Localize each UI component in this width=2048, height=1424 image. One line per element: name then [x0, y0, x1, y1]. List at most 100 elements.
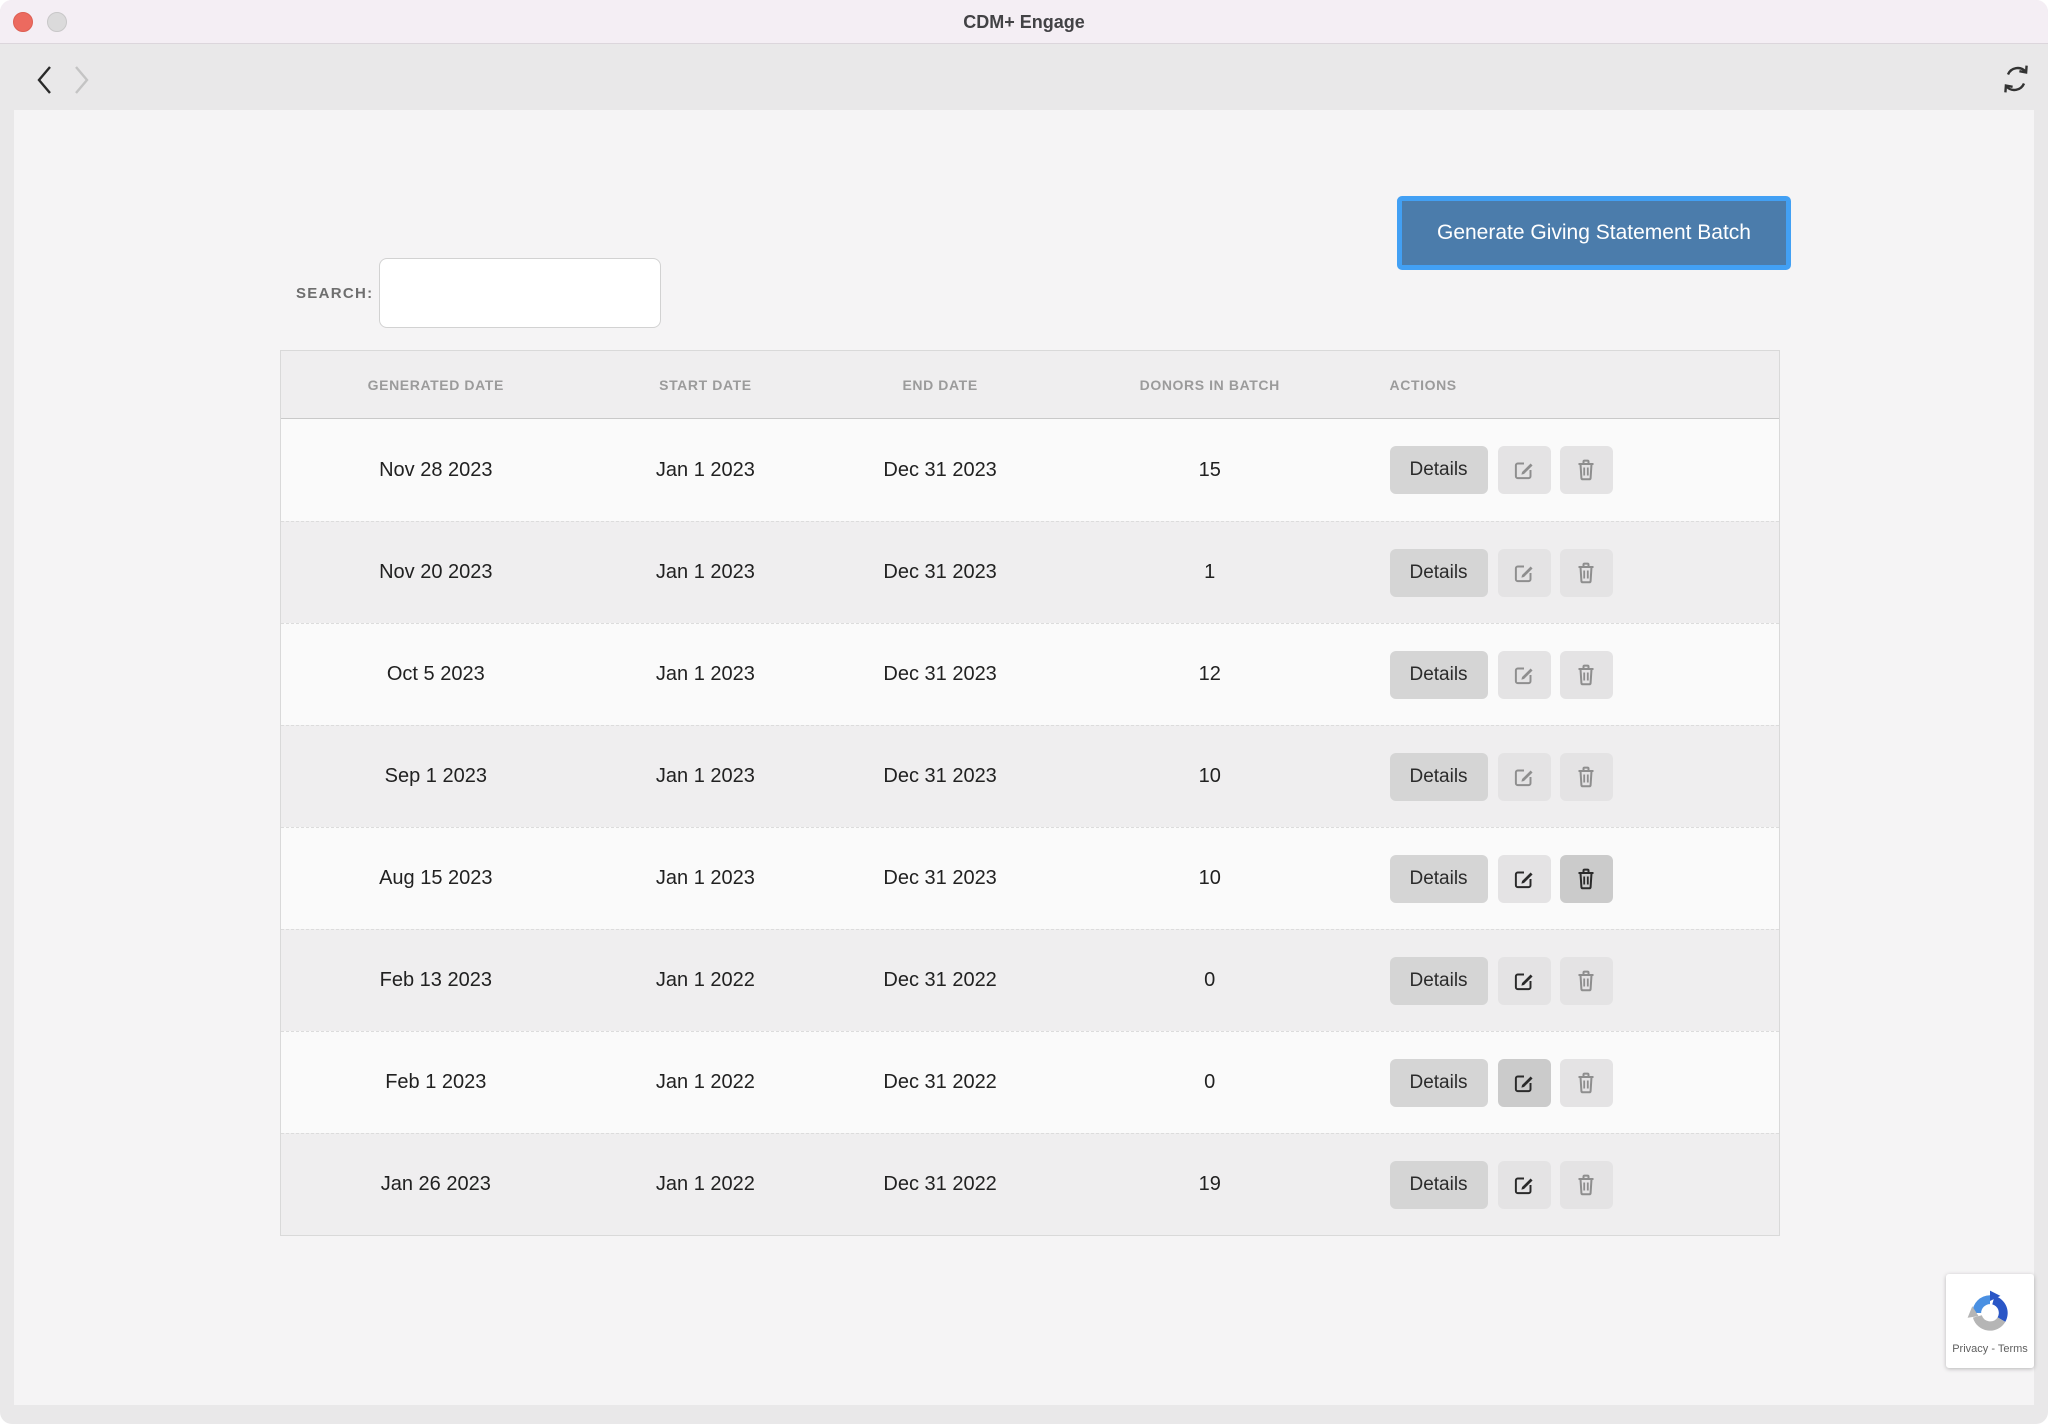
- generated-date-cell: Feb 13 2023: [281, 969, 591, 992]
- edit-button[interactable]: [1498, 753, 1551, 801]
- actions-cell: Details: [1360, 1059, 1779, 1107]
- app-window: CDM+ Engage Generate Giving Statement Ba…: [0, 0, 2048, 1424]
- table-row: Feb 1 2023 Jan 1 2022 Dec 31 2022 0 Deta…: [281, 1031, 1779, 1133]
- main-content: Generate Giving Statement Batch SEARCH: …: [14, 110, 2034, 1405]
- delete-button[interactable]: [1560, 446, 1613, 494]
- refresh-icon: [1998, 61, 2034, 97]
- generated-date-cell: Aug 15 2023: [281, 867, 591, 890]
- edit-button[interactable]: [1498, 1059, 1551, 1107]
- end-date-cell: Dec 31 2023: [820, 663, 1060, 686]
- trash-icon: [1574, 457, 1598, 483]
- start-date-cell: Jan 1 2022: [591, 1071, 821, 1094]
- edit-pencil-icon: [1511, 764, 1537, 790]
- edit-pencil-icon: [1511, 662, 1537, 688]
- donors-in-batch-cell: 10: [1060, 765, 1360, 788]
- donors-in-batch-cell: 0: [1060, 1071, 1360, 1094]
- table-row: Nov 20 2023 Jan 1 2023 Dec 31 2023 1 Det…: [281, 521, 1779, 623]
- table-row: Oct 5 2023 Jan 1 2023 Dec 31 2023 12 Det…: [281, 623, 1779, 725]
- donors-in-batch-cell: 19: [1060, 1173, 1360, 1196]
- delete-button[interactable]: [1560, 855, 1613, 903]
- donors-in-batch-cell: 0: [1060, 969, 1360, 992]
- actions-cell: Details: [1360, 446, 1779, 494]
- trash-icon: [1574, 1172, 1598, 1198]
- navigation-toolbar: [0, 45, 2048, 110]
- edit-button[interactable]: [1498, 957, 1551, 1005]
- privacy-terms-link[interactable]: Privacy - Terms: [1952, 1343, 2028, 1355]
- details-button[interactable]: Details: [1390, 1059, 1488, 1107]
- edit-button[interactable]: [1498, 1161, 1551, 1209]
- delete-button[interactable]: [1560, 549, 1613, 597]
- donors-in-batch-cell: 10: [1060, 867, 1360, 890]
- search-row: SEARCH:: [296, 258, 661, 328]
- delete-button[interactable]: [1560, 1059, 1613, 1107]
- col-header-generated-date: GENERATED DATE: [281, 377, 591, 393]
- trash-icon: [1574, 662, 1598, 688]
- edit-button[interactable]: [1498, 855, 1551, 903]
- generated-date-cell: Nov 28 2023: [281, 459, 591, 482]
- end-date-cell: Dec 31 2023: [820, 867, 1060, 890]
- details-button[interactable]: Details: [1390, 957, 1488, 1005]
- start-date-cell: Jan 1 2023: [591, 663, 821, 686]
- edit-button[interactable]: [1498, 446, 1551, 494]
- edit-pencil-icon: [1511, 968, 1537, 994]
- generated-date-cell: Nov 20 2023: [281, 561, 591, 584]
- titlebar: CDM+ Engage: [0, 0, 2048, 44]
- end-date-cell: Dec 31 2023: [820, 561, 1060, 584]
- chevron-left-icon: [30, 62, 62, 98]
- table-row: Nov 28 2023 Jan 1 2023 Dec 31 2023 15 De…: [281, 419, 1779, 521]
- details-button[interactable]: Details: [1390, 855, 1488, 903]
- col-header-start-date: START DATE: [591, 377, 821, 393]
- table-row: Feb 13 2023 Jan 1 2022 Dec 31 2022 0 Det…: [281, 929, 1779, 1031]
- delete-button[interactable]: [1560, 651, 1613, 699]
- recaptcha-logo-icon: [1965, 1288, 2015, 1338]
- generated-date-cell: Jan 26 2023: [281, 1173, 591, 1196]
- edit-pencil-icon: [1511, 1070, 1537, 1096]
- donors-in-batch-cell: 12: [1060, 663, 1360, 686]
- actions-cell: Details: [1360, 1161, 1779, 1209]
- delete-button[interactable]: [1560, 957, 1613, 1005]
- table-header: GENERATED DATE START DATE END DATE DONOR…: [281, 351, 1779, 419]
- details-button[interactable]: Details: [1390, 651, 1488, 699]
- generate-giving-statement-batch-button[interactable]: Generate Giving Statement Batch: [1397, 196, 1791, 270]
- table-row: Jan 26 2023 Jan 1 2022 Dec 31 2022 19 De…: [281, 1133, 1779, 1235]
- end-date-cell: Dec 31 2023: [820, 765, 1060, 788]
- edit-pencil-icon: [1511, 560, 1537, 586]
- actions-cell: Details: [1360, 855, 1779, 903]
- edit-button[interactable]: [1498, 549, 1551, 597]
- donors-in-batch-cell: 15: [1060, 459, 1360, 482]
- details-button[interactable]: Details: [1390, 446, 1488, 494]
- search-input[interactable]: [379, 258, 661, 328]
- generated-date-cell: Sep 1 2023: [281, 765, 591, 788]
- details-button[interactable]: Details: [1390, 753, 1488, 801]
- delete-button[interactable]: [1560, 1161, 1613, 1209]
- trash-icon: [1574, 764, 1598, 790]
- actions-cell: Details: [1360, 957, 1779, 1005]
- col-header-actions: ACTIONS: [1360, 377, 1779, 393]
- actions-cell: Details: [1360, 651, 1779, 699]
- edit-button[interactable]: [1498, 651, 1551, 699]
- table-row: Aug 15 2023 Jan 1 2023 Dec 31 2023 10 De…: [281, 827, 1779, 929]
- trash-icon: [1574, 968, 1598, 994]
- end-date-cell: Dec 31 2022: [820, 969, 1060, 992]
- back-button[interactable]: [30, 62, 62, 98]
- start-date-cell: Jan 1 2023: [591, 765, 821, 788]
- start-date-cell: Jan 1 2023: [591, 867, 821, 890]
- forward-button[interactable]: [64, 62, 96, 98]
- batches-table: GENERATED DATE START DATE END DATE DONOR…: [280, 350, 1780, 1236]
- trash-icon: [1574, 560, 1598, 586]
- recaptcha-badge[interactable]: Privacy - Terms: [1946, 1274, 2034, 1368]
- end-date-cell: Dec 31 2022: [820, 1173, 1060, 1196]
- table-row: Sep 1 2023 Jan 1 2023 Dec 31 2023 10 Det…: [281, 725, 1779, 827]
- details-button[interactable]: Details: [1390, 549, 1488, 597]
- col-header-donors-in-batch: DONORS IN BATCH: [1060, 377, 1360, 393]
- actions-cell: Details: [1360, 549, 1779, 597]
- delete-button[interactable]: [1560, 753, 1613, 801]
- edit-pencil-icon: [1511, 1172, 1537, 1198]
- start-date-cell: Jan 1 2023: [591, 561, 821, 584]
- table-body: Nov 28 2023 Jan 1 2023 Dec 31 2023 15 De…: [281, 419, 1779, 1235]
- edit-pencil-icon: [1511, 866, 1537, 892]
- donors-in-batch-cell: 1: [1060, 561, 1360, 584]
- details-button[interactable]: Details: [1390, 1161, 1488, 1209]
- refresh-button[interactable]: [1998, 61, 2034, 97]
- chevron-right-icon: [64, 62, 96, 98]
